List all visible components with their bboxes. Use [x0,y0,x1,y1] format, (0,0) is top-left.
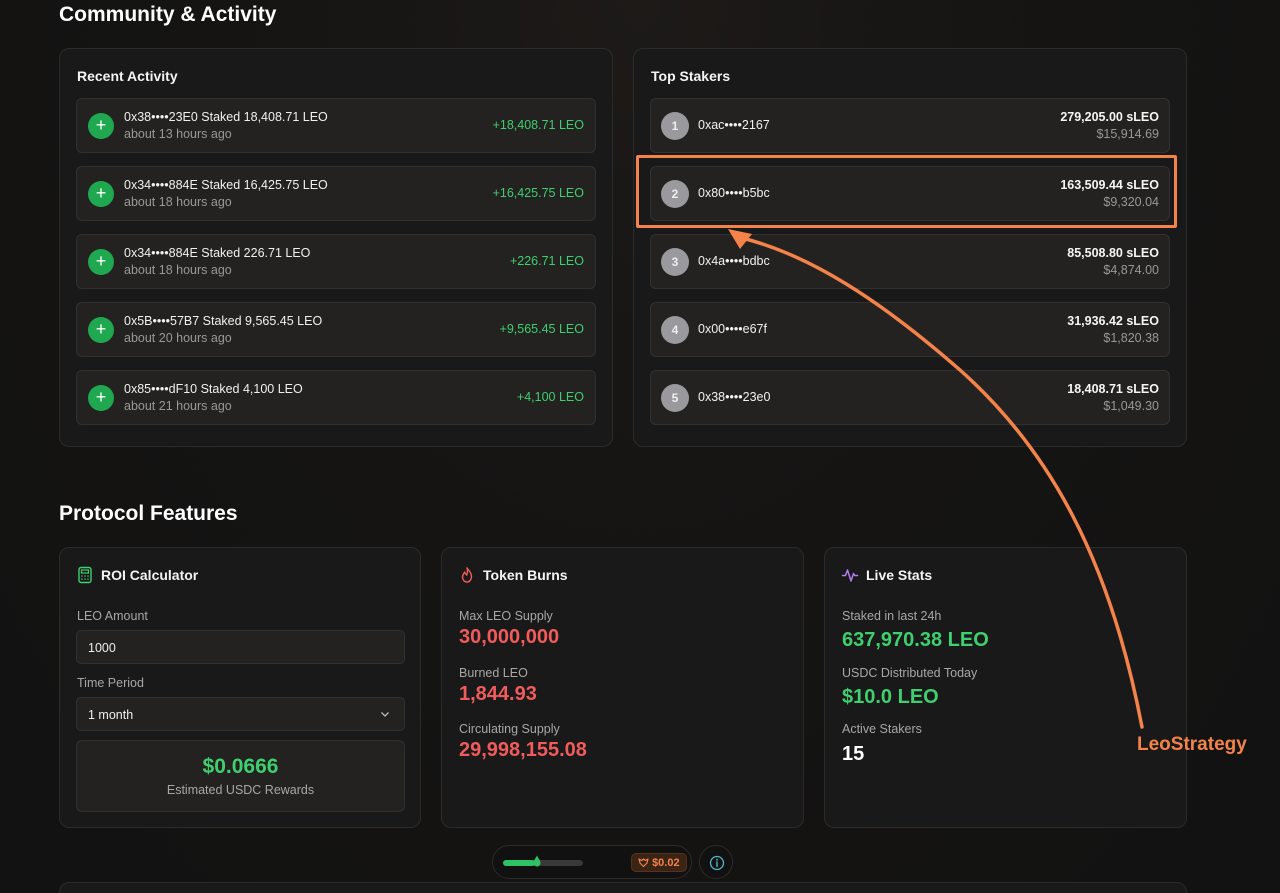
staked-24h-label: Staked in last 24h [842,609,942,623]
activity-text: 0x34••••884E Staked 226.71 LEO [124,246,311,260]
recent-activity-card: Recent Activity + 0x38••••23E0 Staked 18… [59,48,613,447]
info-icon [709,855,725,871]
time-period-label: Time Period [77,676,144,690]
activity-text: 0x85••••dF10 Staked 4,100 LEO [124,382,303,396]
usdc-distributed-label: USDC Distributed Today [842,666,978,680]
activity-time: about 21 hours ago [124,399,232,413]
rank-badge: 5 [661,384,689,412]
top-stakers-card: Top Stakers 1 0xac••••2167 279,205.00 sL… [633,48,1187,447]
top-stakers-title: Top Stakers [651,68,731,84]
staker-amount: 31,936.42 sLEO [1067,314,1159,328]
staked-24h-value: 637,970.38 LEO [842,629,989,651]
features-section-title: Protocol Features [59,502,238,525]
active-stakers-label: Active Stakers [842,722,922,736]
activity-item[interactable]: + 0x5B••••57B7 Staked 9,565.45 LEO about… [76,302,596,357]
activity-text: 0x38••••23E0 Staked 18,408.71 LEO [124,110,328,124]
circulating-supply-label: Circulating Supply [459,722,560,736]
staker-row[interactable]: 5 0x38••••23e0 18,408.71 sLEO $1,049.30 [650,370,1170,425]
roi-result-label: Estimated USDC Rewards [166,783,315,797]
staker-address: 0xac••••2167 [698,118,770,132]
staker-row[interactable]: 1 0xac••••2167 279,205.00 sLEO $15,914.6… [650,98,1170,153]
activity-text: 0x5B••••57B7 Staked 9,565.45 LEO [124,314,323,328]
bottom-status-pill[interactable]: $0.02 [492,845,692,879]
live-stats-card: Live Stats Staked in last 24h 637,970.38… [824,547,1187,828]
activity-time: about 18 hours ago [124,263,232,277]
staker-usd: $1,820.38 [1103,331,1159,345]
staker-row[interactable]: 4 0x00••••e67f 31,936.42 sLEO $1,820.38 [650,302,1170,357]
activity-time: about 20 hours ago [124,331,232,345]
activity-amount: +18,408.71 LEO [492,118,584,132]
recent-activity-title: Recent Activity [77,68,178,84]
usdc-distributed-value: $10.0 LEO [842,686,939,708]
time-period-value: 1 month [88,708,134,722]
time-period-select[interactable]: 1 month [76,697,405,731]
info-button[interactable] [699,845,733,879]
activity-amount: +226.71 LEO [509,254,584,268]
live-stats-title: Live Stats [866,567,933,583]
plus-icon: + [88,113,114,139]
active-stakers-value: 15 [842,743,865,765]
activity-item[interactable]: + 0x34••••884E Staked 226.71 LEO about 1… [76,234,596,289]
burned-leo-label: Burned LEO [459,666,528,680]
activity-text: 0x34••••884E Staked 16,425.75 LEO [124,178,328,192]
annotation-highlight-box [636,155,1177,228]
rank-badge: 1 [661,112,689,140]
token-burns-title: Token Burns [483,567,568,583]
activity-item[interactable]: + 0x85••••dF10 Staked 4,100 LEO about 21… [76,370,596,425]
staker-usd: $4,874.00 [1103,263,1159,277]
next-section-card [59,882,1187,893]
plus-icon: + [88,181,114,207]
burned-leo-value: 1,844.93 [459,683,537,705]
staker-usd: $15,914.69 [1096,127,1159,141]
activity-item[interactable]: + 0x34••••884E Staked 16,425.75 LEO abou… [76,166,596,221]
staker-amount: 279,205.00 sLEO [1060,110,1159,124]
roi-calculator-title: ROI Calculator [101,567,199,583]
leo-amount-label: LEO Amount [77,609,148,623]
activity-item[interactable]: + 0x38••••23E0 Staked 18,408.71 LEO abou… [76,98,596,153]
droplet-icon [533,855,541,867]
staker-row[interactable]: 3 0x4a••••bdbc 85,508.80 sLEO $4,874.00 [650,234,1170,289]
activity-icon [841,569,859,582]
roi-result-value: $0.0666 [202,755,279,778]
staker-usd: $1,049.30 [1103,399,1159,413]
progress-bar-fill [503,860,535,866]
staker-address: 0x38••••23e0 [698,390,771,404]
activity-time: about 13 hours ago [124,127,232,141]
activity-amount: +16,425.75 LEO [492,186,584,200]
activity-time: about 18 hours ago [124,195,232,209]
rank-badge: 3 [661,248,689,276]
staker-amount: 85,508.80 sLEO [1067,246,1159,260]
staker-address: 0x4a••••bdbc [698,254,770,268]
max-supply-label: Max LEO Supply [459,609,553,623]
plus-icon: + [88,385,114,411]
roi-result-box: $0.0666 Estimated USDC Rewards [76,740,405,812]
staker-amount: 18,408.71 sLEO [1067,382,1159,396]
activity-amount: +4,100 LEO [516,390,584,404]
price-badge[interactable]: $0.02 [631,853,687,872]
calculator-icon [78,566,92,584]
circulating-supply-value: 29,998,155.08 [459,739,587,761]
token-burns-card: Token Burns Max LEO Supply 30,000,000 Bu… [441,547,804,828]
leo-amount-input[interactable]: 1000 [76,630,405,664]
price-value: $0.02 [652,857,680,869]
flame-icon [461,567,473,583]
annotation-label: LeoStrategy [1137,734,1247,755]
plus-icon: + [88,317,114,343]
chevron-down-icon [381,712,389,717]
community-section-title: Community & Activity [59,3,277,26]
plus-icon: + [88,249,114,275]
lion-icon [638,858,649,868]
activity-amount: +9,565.45 LEO [499,322,584,336]
rank-badge: 4 [661,316,689,344]
max-supply-value: 30,000,000 [459,626,560,648]
roi-calculator-card: ROI Calculator LEO Amount 1000 Time Peri… [59,547,421,828]
progress-bar [503,860,583,866]
staker-address: 0x00••••e67f [698,322,767,336]
